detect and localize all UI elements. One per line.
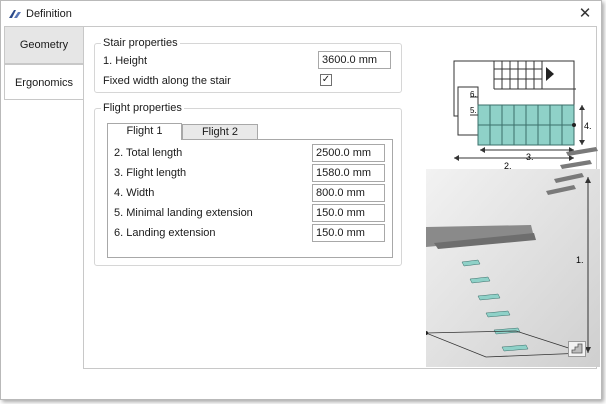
content-panel: Stair properties 1. Height Fixed width a… (83, 26, 600, 369)
dimension-label-5: 5. (470, 106, 477, 115)
fixed-width-label: Fixed width along the stair (103, 75, 231, 87)
definition-window: Definition ✕ Geometry Ergonomics Stair p… (0, 0, 602, 400)
height-label: 1. Height (103, 55, 148, 67)
dimension-label-1: 1. (576, 255, 584, 265)
side-tabs: Geometry Ergonomics (4, 26, 84, 371)
tab-flight-1[interactable]: Flight 1 (107, 123, 182, 140)
dimension-label-6: 6. (470, 90, 477, 99)
tab-ergonomics[interactable]: Ergonomics (4, 64, 84, 100)
window-title: Definition (26, 8, 72, 20)
checkmark-icon: ✓ (321, 74, 331, 85)
tab-ergonomics-label: Ergonomics (14, 77, 74, 89)
width-label: 4. Width (114, 187, 155, 199)
flight-length-label: 3. Flight length (114, 167, 187, 179)
width-input[interactable] (312, 184, 385, 202)
stair-preview-icon (571, 343, 583, 354)
tab-flight-2[interactable]: Flight 2 (182, 124, 258, 140)
stair-properties-title: Stair properties (101, 37, 180, 49)
dimension-label-4: 4. (584, 121, 592, 131)
flight-length-input[interactable] (312, 164, 385, 182)
close-button[interactable]: ✕ (575, 4, 595, 24)
height-input[interactable] (318, 51, 391, 69)
total-length-input[interactable] (312, 144, 385, 162)
flight-properties-title: Flight properties (101, 102, 184, 114)
perspective-view (426, 147, 600, 367)
dimension-label-3: 3. (526, 152, 534, 162)
app-logo-icon (9, 10, 21, 18)
stair-diagram: 4. 3. 2. 6. 5. 1. (426, 60, 600, 367)
flight-1-panel: 2. Total length 3. Flight length 4. Widt… (107, 139, 393, 258)
tab-geometry[interactable]: Geometry (4, 26, 84, 64)
fixed-width-checkbox[interactable]: ✓ (320, 74, 332, 86)
minimal-landing-extension-label: 5. Minimal landing extension (114, 207, 253, 219)
minimal-landing-extension-input[interactable] (312, 204, 385, 222)
tab-geometry-label: Geometry (19, 39, 69, 51)
tab-flight-1-label: Flight 1 (126, 125, 163, 137)
landing-extension-input[interactable] (312, 224, 385, 242)
total-length-label: 2. Total length (114, 147, 183, 159)
flight-properties-group: Flight properties Flight 1 Flight 2 2. T… (94, 102, 402, 266)
title-bar: Definition ✕ (1, 1, 601, 27)
tab-flight-2-label: Flight 2 (201, 126, 239, 138)
direction-arrow-icon (546, 67, 554, 81)
stair-preview-button[interactable] (568, 341, 586, 357)
stair-properties-group: Stair properties 1. Height Fixed width a… (94, 37, 402, 93)
landing-extension-label: 6. Landing extension (114, 227, 216, 239)
close-icon: ✕ (578, 5, 592, 22)
